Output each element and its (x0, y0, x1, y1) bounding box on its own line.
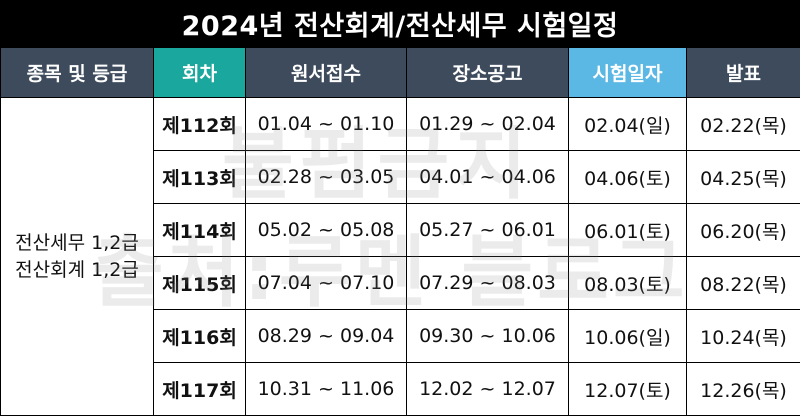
exam-date-cell: 08.03(토) (568, 256, 687, 310)
round-column-header: 회차 (153, 47, 246, 98)
round-cell: 제115회 (153, 256, 246, 310)
announcement-cell: 08.22(목) (686, 256, 800, 310)
announcement-cell: 06.20(목) (686, 203, 800, 257)
exam-date-column-header: 시험일자 (568, 47, 687, 98)
round-cell: 제117회 (153, 362, 246, 416)
announcement-cell: 04.25(목) (686, 150, 800, 204)
exam-date-cell: 06.01(토) (568, 203, 687, 257)
round-cell: 제116회 (153, 309, 246, 363)
application-cell: 01.04 ~ 01.10 (245, 97, 407, 151)
grade-column-header: 종목 및 등급 (0, 47, 154, 98)
table-row: 전산세무 1,2급 전산회계 1,2급 제112회 01.04 ~ 01.10 … (0, 97, 800, 416)
round-cell: 제113회 (153, 150, 246, 204)
venue-notice-cell: 04.01 ~ 04.06 (406, 150, 569, 204)
application-cell: 10.31 ~ 11.06 (245, 362, 407, 416)
venue-notice-cell: 05.27 ~ 06.01 (406, 203, 569, 257)
page-title: 2024년 전산회계/전산세무 시험일정 (0, 0, 800, 47)
venue-notice-cell: 12.02 ~ 12.07 (406, 362, 569, 416)
announcement-cell: 02.22(목) (686, 97, 800, 151)
exam-date-cell: 04.06(토) (568, 150, 687, 204)
grade-cell: 전산세무 1,2급 전산회계 1,2급 (0, 97, 154, 416)
application-column-header: 원서접수 (245, 47, 407, 98)
venue-notice-cell: 07.29 ~ 08.03 (406, 256, 569, 310)
exam-date-cell: 12.07(토) (568, 362, 687, 416)
round-cell: 제112회 (153, 97, 246, 151)
application-cell: 05.02 ~ 05.08 (245, 203, 407, 257)
announcement-cell: 10.24(목) (686, 309, 800, 363)
round-cell: 제114회 (153, 203, 246, 257)
venue-notice-column-header: 장소공고 (406, 47, 569, 98)
grade-line: 전산세무 1,2급 (15, 231, 139, 254)
venue-notice-cell: 01.29 ~ 02.04 (406, 97, 569, 151)
application-cell: 02.28 ~ 03.05 (245, 150, 407, 204)
venue-notice-cell: 09.30 ~ 10.06 (406, 309, 569, 363)
exam-schedule-table: 종목 및 등급 회차 원서접수 장소공고 시험일자 발표 전산세무 1,2급 전… (0, 47, 800, 416)
exam-date-cell: 02.04(일) (568, 97, 687, 151)
grade-line: 전산회계 1,2급 (15, 258, 139, 281)
announcement-column-header: 발표 (686, 47, 800, 98)
application-cell: 08.29 ~ 09.04 (245, 309, 407, 363)
application-cell: 07.04 ~ 07.10 (245, 256, 407, 310)
announcement-cell: 12.26(목) (686, 362, 800, 416)
exam-date-cell: 10.06(일) (568, 309, 687, 363)
header-row: 종목 및 등급 회차 원서접수 장소공고 시험일자 발표 (0, 47, 800, 98)
